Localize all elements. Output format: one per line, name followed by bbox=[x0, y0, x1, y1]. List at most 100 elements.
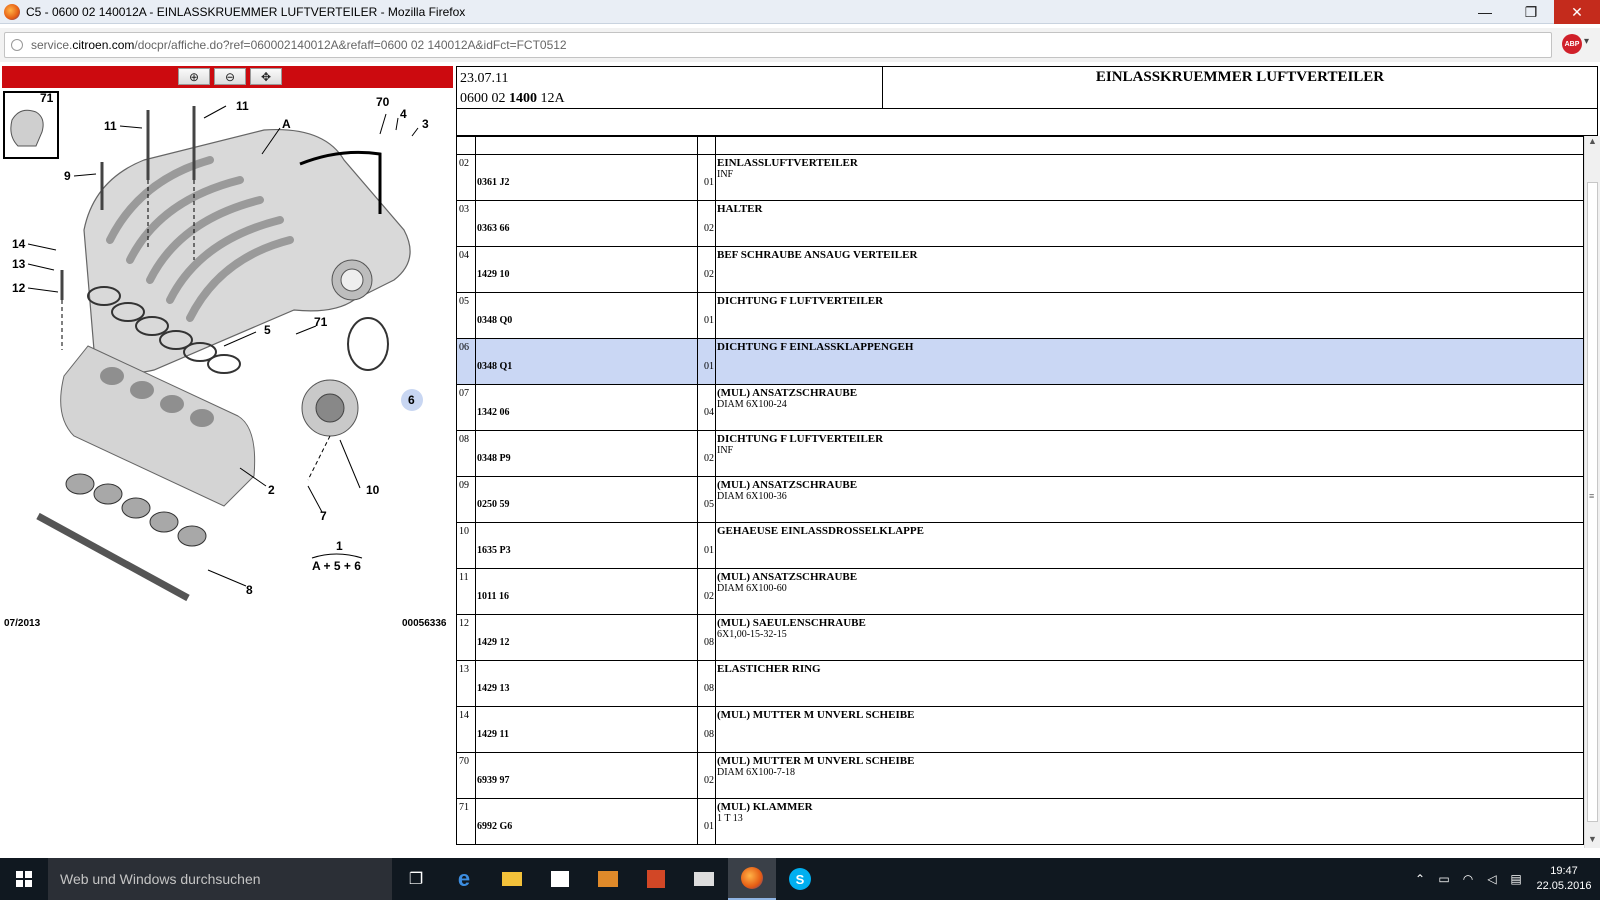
minimize-button[interactable]: — bbox=[1462, 0, 1508, 24]
zoom-move-icon: ✥ bbox=[260, 69, 272, 84]
table-row[interactable]: 12 1429 12 08 (MUL) SAEULENSCHRAUBE 6X1,00-1… bbox=[456, 614, 1584, 661]
part-description: DICHTUNG F EINLASSKLAPPENGEH bbox=[715, 338, 1584, 385]
zoom-move-button[interactable]: ✥ bbox=[250, 68, 282, 85]
table-row[interactable]: 11 1011 16 02 (MUL) ANSATZSCHRAUBE DIAM 6X10… bbox=[456, 568, 1584, 615]
skype-button[interactable]: S bbox=[776, 858, 824, 900]
callout-4[interactable]: 4 bbox=[400, 107, 407, 121]
task-view-button[interactable]: ❐ bbox=[392, 858, 440, 900]
zoom-out-button[interactable]: ⊖ bbox=[214, 68, 246, 85]
callout-11-right[interactable]: 11 bbox=[236, 99, 249, 113]
part-description-main: (MUL) MUTTER M UNVERL SCHEIBE bbox=[717, 755, 915, 767]
formula-top: 1 bbox=[336, 539, 343, 553]
skype-icon: S bbox=[789, 868, 811, 890]
callout-12[interactable]: 12 bbox=[12, 281, 26, 295]
table-row[interactable]: 04 1429 10 02 BEF SCHRAUBE ANSAUG VERTEILER bbox=[456, 246, 1584, 293]
part-reference[interactable]: 6992 G6 bbox=[475, 798, 698, 845]
drawing-number: 00056336 bbox=[402, 618, 447, 629]
diagram-date-code: 07/2013 bbox=[4, 618, 41, 629]
table-header-row bbox=[456, 136, 1584, 155]
callout-6[interactable]: 6 bbox=[408, 393, 415, 407]
callout-5[interactable]: 5 bbox=[264, 323, 271, 337]
close-button[interactable]: ✕ bbox=[1554, 0, 1600, 24]
callout-71[interactable]: 71 bbox=[314, 315, 328, 329]
callout-3[interactable]: 3 bbox=[422, 117, 429, 131]
navigation-bar: service. citroen.com/docpr/affiche.do?ref… bbox=[0, 28, 1600, 62]
maximize-button[interactable]: ❐ bbox=[1508, 0, 1554, 24]
clock-date: 22.05.2016 bbox=[1536, 880, 1592, 892]
callout-A[interactable]: A bbox=[282, 117, 291, 131]
table-row[interactable]: 13 1429 13 08 ELASTICHER RING bbox=[456, 660, 1584, 707]
callout-2[interactable]: 2 bbox=[268, 483, 275, 497]
url-field[interactable]: service. citroen.com/docpr/affiche.do?ref… bbox=[4, 32, 1552, 58]
part-reference[interactable]: 1342 06 bbox=[475, 384, 698, 431]
part-reference[interactable]: 1635 P3 bbox=[475, 522, 698, 569]
table-row[interactable]: 71 6992 G6 01 (MUL) KLAMMER 1 T 13 bbox=[456, 798, 1584, 845]
callout-10[interactable]: 10 bbox=[366, 483, 380, 497]
callout-11-left[interactable]: 11 bbox=[104, 119, 117, 133]
wifi-icon[interactable]: ◠ bbox=[1456, 872, 1480, 886]
part-position: 14 bbox=[456, 706, 476, 753]
part-reference[interactable]: 0363 66 bbox=[475, 200, 698, 247]
action-center-icon[interactable]: ▤ bbox=[1504, 872, 1528, 886]
store-button[interactable] bbox=[536, 858, 584, 900]
callout-7[interactable]: 7 bbox=[320, 509, 327, 523]
part-quantity: 01 bbox=[697, 522, 716, 569]
callout-13[interactable]: 13 bbox=[12, 257, 26, 271]
part-reference[interactable]: 0348 Q0 bbox=[475, 292, 698, 339]
part-reference[interactable]: 6939 97 bbox=[475, 752, 698, 799]
part-reference[interactable]: 1429 12 bbox=[475, 614, 698, 661]
chevron-up-icon[interactable]: ⌃ bbox=[1408, 872, 1432, 886]
clock-time: 19:47 bbox=[1550, 865, 1578, 877]
part-reference[interactable]: 1429 11 bbox=[475, 706, 698, 753]
table-row[interactable]: 05 0348 Q0 01 DICHTUNG F LUFTVERTEILER bbox=[456, 292, 1584, 339]
scrollbar-thumb[interactable] bbox=[1587, 182, 1598, 822]
chevron-down-icon[interactable]: ▾ bbox=[1584, 36, 1589, 47]
table-row[interactable]: 70 6939 97 02 (MUL) MUTTER M UNVERL SCHEIBE… bbox=[456, 752, 1584, 799]
table-row[interactable]: 07 1342 06 04 (MUL) ANSATZSCHRAUBE DIAM 6X10… bbox=[456, 384, 1584, 431]
battery-icon[interactable]: ▭ bbox=[1432, 872, 1456, 886]
firefox-taskbar-button[interactable] bbox=[728, 858, 776, 900]
part-description-main: ELASTICHER RING bbox=[717, 663, 821, 675]
office-button[interactable] bbox=[632, 858, 680, 900]
part-reference[interactable]: 0361 J2 bbox=[475, 154, 698, 201]
part-description-main: (MUL) ANSATZSCHRAUBE bbox=[717, 571, 858, 583]
zoom-in-button[interactable]: ⊕ bbox=[178, 68, 210, 85]
table-row[interactable]: 03 0363 66 02 HALTER bbox=[456, 200, 1584, 247]
part-description: ELASTICHER RING bbox=[715, 660, 1584, 707]
media-player-button[interactable] bbox=[584, 858, 632, 900]
file-manager-button[interactable] bbox=[680, 858, 728, 900]
table-row[interactable]: 14 1429 11 08 (MUL) MUTTER M UNVERL SCHEIBE bbox=[456, 706, 1584, 753]
table-row[interactable]: 10 1635 P3 01 GEHAEUSE EINLASSDROSSELKLAPPE bbox=[456, 522, 1584, 569]
part-position: 10 bbox=[456, 522, 476, 569]
part-quantity: 05 bbox=[697, 476, 716, 523]
callout-14[interactable]: 14 bbox=[12, 237, 26, 251]
part-reference[interactable]: 1011 16 bbox=[475, 568, 698, 615]
scroll-up-arrow-icon[interactable]: ▲ bbox=[1585, 136, 1600, 150]
adblock-plus-icon[interactable]: ABP bbox=[1562, 34, 1582, 54]
taskbar-search[interactable]: Web und Windows durchsuchen bbox=[48, 858, 392, 900]
part-reference[interactable]: 0348 Q1 bbox=[475, 338, 698, 385]
office-icon bbox=[647, 870, 665, 888]
scroll-down-arrow-icon[interactable]: ▼ bbox=[1585, 834, 1600, 848]
taskbar-clock[interactable]: 19:47 22.05.2016 bbox=[1528, 864, 1600, 894]
part-reference[interactable]: 1429 10 bbox=[475, 246, 698, 293]
part-quantity: 08 bbox=[697, 706, 716, 753]
part-description: (MUL) ANSATZSCHRAUBE DIAM 6X100-36 bbox=[715, 476, 1584, 523]
volume-icon[interactable]: ◁ bbox=[1480, 872, 1504, 886]
table-row[interactable]: 06 0348 Q1 01 DICHTUNG F EINLASSKLAPPENGEH bbox=[456, 338, 1584, 385]
table-row[interactable]: 08 0348 P9 02 DICHTUNG F LUFTVERTEILER INF bbox=[456, 430, 1584, 477]
zoom-in-icon: ⊕ bbox=[188, 69, 200, 84]
edge-button[interactable]: e bbox=[440, 858, 488, 900]
callout-9[interactable]: 9 bbox=[64, 169, 71, 183]
table-row[interactable]: 02 0361 J2 01 EINLASSLUFTVERTEILER INF bbox=[456, 154, 1584, 201]
callout-70[interactable]: 70 bbox=[376, 95, 390, 109]
part-reference[interactable]: 0250 59 bbox=[475, 476, 698, 523]
part-reference[interactable]: 0348 P9 bbox=[475, 430, 698, 477]
start-button[interactable] bbox=[0, 858, 48, 900]
part-reference[interactable]: 1429 13 bbox=[475, 660, 698, 707]
table-scrollbar[interactable]: ▲ ≡ ▼ bbox=[1584, 136, 1600, 848]
table-row[interactable]: 09 0250 59 05 (MUL) ANSATZSCHRAUBE DIAM 6X10… bbox=[456, 476, 1584, 523]
callout-8[interactable]: 8 bbox=[246, 583, 253, 597]
part-description-detail: 6X1,00-15-32-15 bbox=[717, 629, 787, 640]
file-explorer-button[interactable] bbox=[488, 858, 536, 900]
